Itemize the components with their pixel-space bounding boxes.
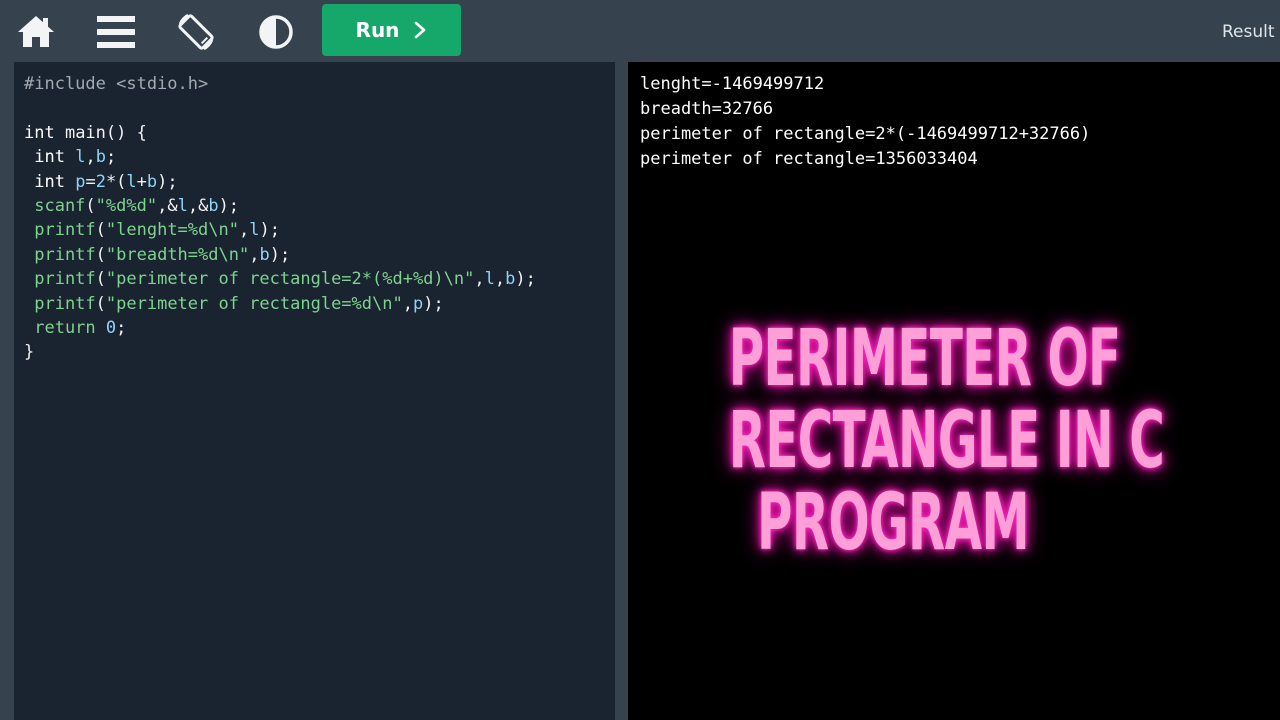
code-token: "%d%d" [95, 195, 158, 216]
code-token: , [249, 244, 260, 265]
code-line[interactable] [24, 96, 615, 120]
code-token: int [24, 147, 76, 168]
code-token: ); [269, 244, 291, 265]
code-token: printf [24, 244, 96, 265]
output-line: lenght=-1469499712 [640, 74, 825, 94]
chevron-right-icon [415, 21, 426, 39]
run-button-label: Run [355, 18, 400, 42]
code-line[interactable]: printf("perimeter of rectangle=2*(%d+%d)… [24, 267, 615, 291]
code-token: "perimeter of rectangle=%d\n" [105, 293, 403, 314]
code-token: ,& [187, 195, 209, 216]
code-line[interactable]: return 0; [24, 316, 615, 340]
code-token: , [402, 293, 413, 314]
code-line[interactable]: int l,b; [24, 145, 615, 169]
code-token: printf [24, 269, 96, 290]
code-token: return [24, 317, 106, 338]
code-token: ); [259, 220, 280, 241]
output-line: perimeter of rectangle=2*(-1469499712+32… [640, 124, 1091, 144]
code-line[interactable]: scanf("%d%d",&l,&b); [24, 194, 615, 218]
title-overlay-line: PERIMETER OF [728, 314, 1121, 404]
code-token: ,& [157, 195, 178, 216]
code-token: ; [105, 147, 117, 168]
code-token: , [474, 269, 485, 290]
code-token: main() { [64, 122, 147, 143]
code-token: l [249, 220, 260, 241]
code-token: "lenght=%d\n" [105, 220, 239, 241]
code-token: ); [218, 195, 240, 216]
code-token: , [85, 147, 96, 168]
toolbar: Run Result [0, 0, 1280, 62]
code-token: printf [24, 293, 96, 314]
menu-icon[interactable] [94, 10, 138, 54]
code-token: l [484, 269, 495, 290]
code-token: b [95, 147, 106, 168]
result-tab[interactable]: Result [1222, 22, 1275, 42]
code-token: "breadth=%d\n" [105, 244, 250, 265]
code-token: 2 [95, 171, 106, 192]
code-token: ( [95, 269, 106, 290]
code-token: int [24, 122, 65, 143]
code-line[interactable]: } [24, 340, 615, 364]
output-line: breadth=32766 [640, 99, 774, 119]
code-token: int [24, 171, 76, 192]
code-content[interactable]: #include <stdio.h> int main() { int l,b; … [14, 62, 615, 365]
code-token: , [238, 220, 250, 241]
code-token: printf [24, 220, 96, 241]
code-line[interactable]: printf("breadth=%d\n",b); [24, 243, 615, 267]
code-token: = [85, 171, 96, 192]
code-token: l [177, 195, 188, 216]
home-icon[interactable] [14, 10, 58, 54]
code-token: l [75, 147, 86, 168]
code-token: ); [157, 171, 178, 192]
code-token: "perimeter of rectangle=2*(%d+%d)\n" [105, 269, 475, 290]
code-token: + [136, 171, 147, 192]
run-button[interactable]: Run [322, 4, 461, 56]
title-overlay-line: RECTANGLE IN C [728, 396, 1165, 486]
title-overlay-line: PROGRAM [757, 478, 1030, 568]
output-text: lenght=-1469499712 breadth=32766 perimeter… [628, 62, 1280, 172]
contrast-icon[interactable] [254, 10, 298, 54]
code-token: p [412, 293, 424, 314]
code-token: } [24, 342, 35, 363]
code-editor[interactable]: #include <stdio.h> int main() { int l,b; … [14, 62, 615, 720]
code-token: ); [423, 293, 444, 314]
code-token: b [208, 195, 219, 216]
code-line[interactable]: int main() { [24, 121, 615, 145]
code-token: l [126, 171, 137, 192]
code-token: ( [85, 195, 96, 216]
code-token: scanf [24, 195, 86, 216]
output-line: perimeter of rectangle=1356033404 [640, 149, 978, 169]
code-token: 0 [105, 317, 117, 338]
code-line[interactable]: #include <stdio.h> [24, 72, 615, 96]
code-token: ; [116, 317, 127, 338]
code-token: ); [515, 269, 536, 290]
code-token: b [259, 244, 270, 265]
code-token: b [505, 269, 516, 290]
code-line[interactable]: printf("perimeter of rectangle=%d\n",p); [24, 292, 615, 316]
code-token: b [146, 171, 158, 192]
code-token: ( [95, 293, 106, 314]
code-token: ( [95, 244, 106, 265]
code-token: *( [105, 171, 127, 192]
code-token: ( [95, 220, 106, 241]
code-token: p [75, 171, 86, 192]
title-overlay: PERIMETER OF RECTANGLE IN C PROGRAM [728, 314, 1165, 568]
code-token: #include <stdio.h> [24, 74, 209, 94]
code-line[interactable]: int p=2*(l+b); [24, 170, 615, 194]
code-line[interactable]: printf("lenght=%d\n",l); [24, 218, 615, 242]
code-token: , [494, 269, 506, 290]
rotate-screen-icon[interactable] [174, 10, 218, 54]
